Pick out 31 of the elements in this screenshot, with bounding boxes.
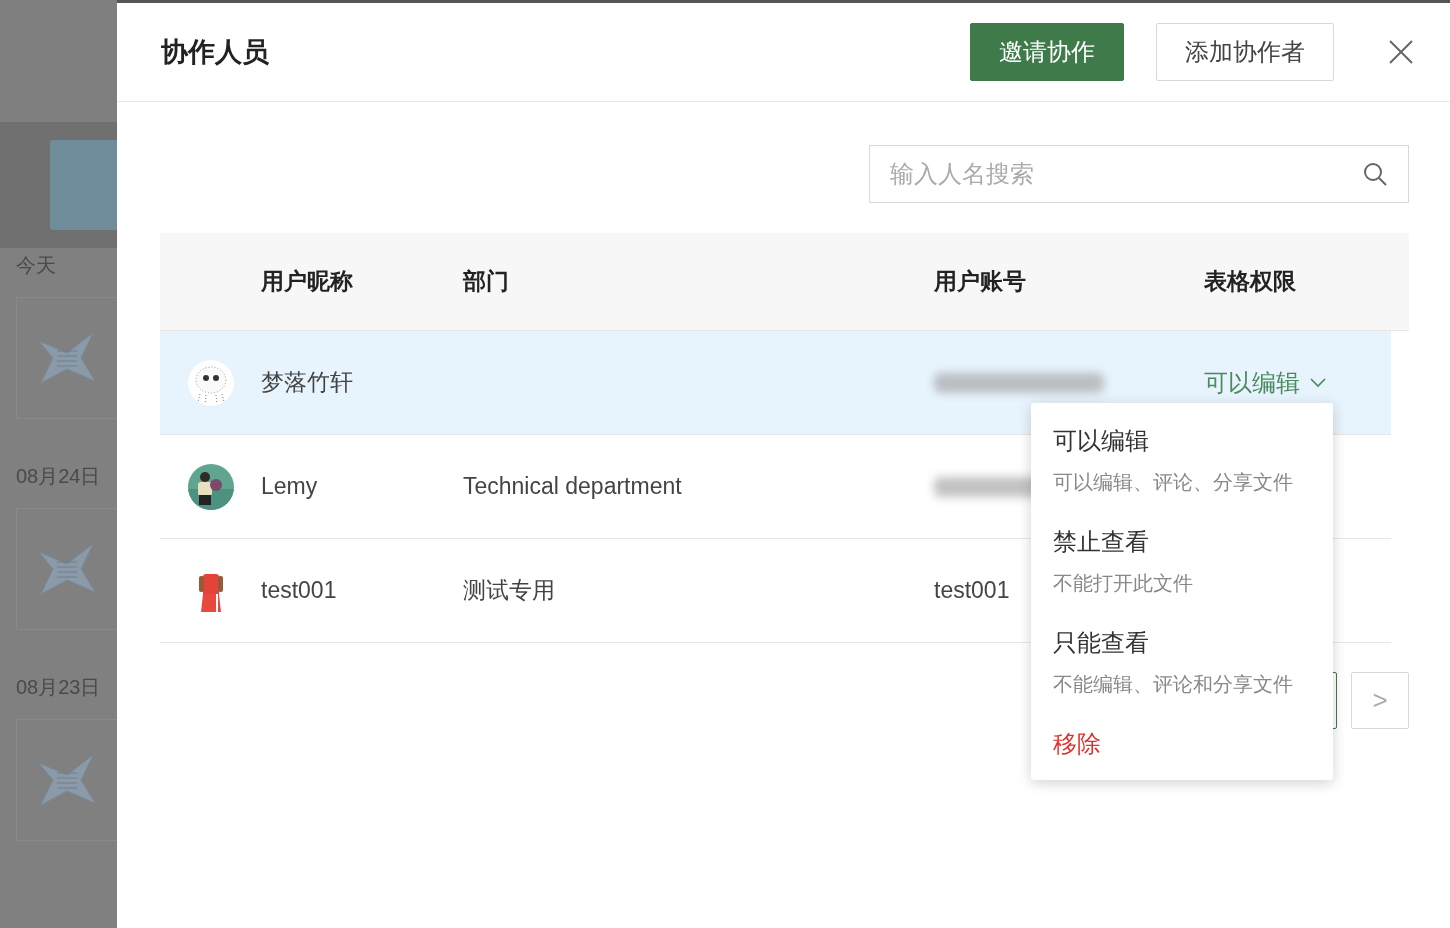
document-icon bbox=[37, 331, 97, 385]
column-header: 用户昵称 bbox=[261, 267, 354, 296]
close-icon[interactable] bbox=[1388, 39, 1414, 65]
file-thumbnail[interactable] bbox=[16, 719, 117, 841]
document-icon bbox=[37, 542, 97, 596]
chevron-down-icon bbox=[1310, 377, 1326, 388]
user-name: test001 bbox=[261, 577, 337, 603]
option-description: 可以编辑、评论、分享文件 bbox=[1053, 470, 1294, 495]
option-description: 不能编辑、评论和分享文件 bbox=[1053, 672, 1294, 697]
file-thumbnail[interactable] bbox=[16, 297, 117, 419]
option-description: 不能打开此文件 bbox=[1053, 571, 1194, 596]
account-cell: test001 bbox=[934, 577, 1010, 603]
tab-button[interactable] bbox=[50, 140, 117, 230]
add-collaborator-button[interactable]: 添加协作者 bbox=[1156, 23, 1334, 81]
user-name: Lemy bbox=[261, 473, 318, 499]
menu-option[interactable]: 只能查看 bbox=[1053, 627, 1311, 659]
permission-dropdown[interactable]: 可以编辑 bbox=[1204, 366, 1300, 399]
search-field[interactable]: 输入人名搜索 bbox=[869, 145, 1409, 203]
document-icon bbox=[37, 753, 97, 807]
menu-option[interactable]: 禁止查看 bbox=[1053, 526, 1311, 558]
invite-button[interactable]: 邀请协作 bbox=[970, 23, 1124, 81]
remove-option[interactable]: 移除 bbox=[1053, 728, 1311, 760]
column-header: 表格权限 bbox=[1203, 267, 1297, 296]
search-icon bbox=[1363, 162, 1387, 186]
file-thumbnail[interactable] bbox=[16, 508, 117, 630]
user-name: 梦落竹轩 bbox=[261, 369, 353, 395]
drawer-title: 协作人员 bbox=[161, 36, 270, 69]
department-cell: Technical department bbox=[463, 473, 682, 499]
department-cell: 测试专用 bbox=[463, 577, 555, 603]
column-header: 用户账号 bbox=[934, 267, 1027, 296]
column-header: 部门 bbox=[463, 267, 510, 296]
